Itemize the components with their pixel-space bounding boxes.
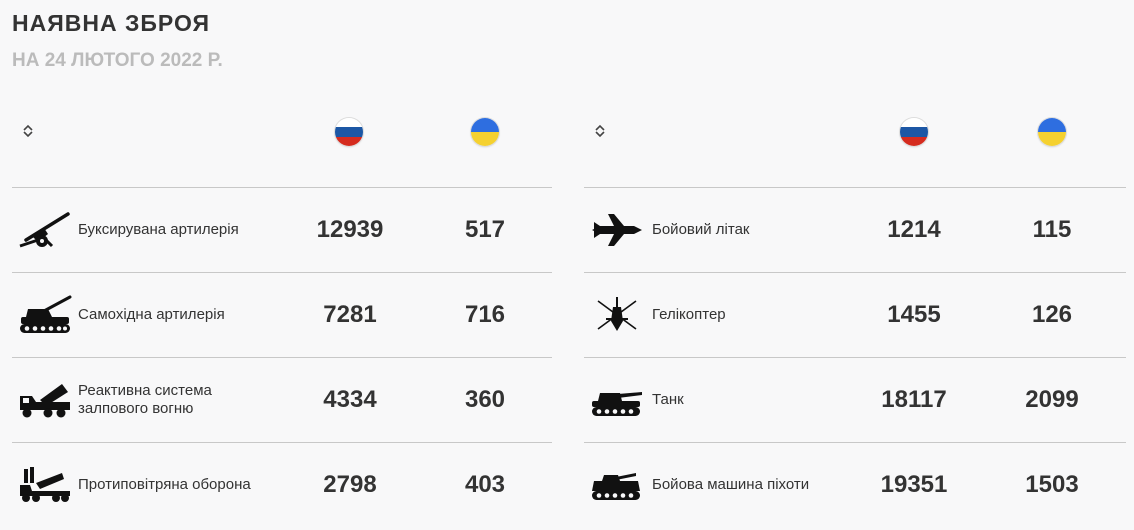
table-row: Танк 18117 2099 — [584, 358, 1126, 443]
fighter-jet-icon — [592, 214, 642, 246]
air-defense-icon — [20, 467, 70, 502]
russia-value: 18117 — [881, 386, 947, 413]
ukraine-value: 2099 — [1025, 386, 1079, 413]
row-label: Самохідна артилерія — [78, 306, 225, 323]
sort-icon[interactable] — [594, 124, 606, 138]
russia-value: 19351 — [880, 471, 948, 498]
helicopter-icon — [597, 297, 637, 331]
russia-value: 1214 — [887, 216, 941, 243]
left-table-header — [12, 100, 552, 188]
row-label: Реактивна система залпового вогню — [78, 382, 212, 417]
row-label: Буксирувана артилерія — [78, 221, 239, 238]
tank-icon — [592, 392, 642, 416]
row-label: Протиповітряна оборона — [78, 476, 251, 493]
russia-value: 12939 — [316, 216, 384, 243]
russia-value: 2798 — [323, 471, 377, 498]
table-row: Протиповітряна оборона 2798 403 — [12, 443, 552, 527]
right-table-header — [584, 100, 1126, 188]
table-row: Реактивна система залпового вогню 4334 3… — [12, 358, 552, 443]
ukraine-value: 115 — [1032, 216, 1072, 243]
ifv-icon — [592, 473, 640, 500]
ukraine-value: 716 — [464, 301, 506, 328]
page-title: НАЯВНА ЗБРОЯ — [12, 10, 211, 36]
ukraine-flag-icon[interactable] — [1038, 118, 1066, 146]
russia-flag-icon[interactable] — [335, 118, 363, 146]
row-label: Бойовий літак — [652, 221, 750, 238]
ukraine-value: 403 — [464, 471, 506, 498]
ukraine-flag-icon[interactable] — [471, 118, 499, 146]
ukraine-value: 517 — [464, 216, 506, 243]
row-label: Бойова машина піхоти — [652, 476, 810, 493]
table-row: Буксирувана артилерія 12939 517 — [12, 188, 552, 273]
towed-artillery-icon — [19, 212, 70, 248]
table-row: Бойова машина піхоти 19351 1503 — [584, 443, 1126, 527]
self-propelled-artillery-icon — [20, 295, 72, 333]
ukraine-value: 126 — [1031, 301, 1073, 328]
ukraine-value: 1503 — [1025, 471, 1079, 498]
table-row: Гелікоптер 1455 126 — [584, 273, 1126, 358]
row-label: Гелікоптер — [652, 306, 726, 323]
ukraine-value: 360 — [464, 386, 506, 413]
sort-icon[interactable] — [22, 124, 34, 138]
row-label: Танк — [652, 391, 684, 408]
russia-value: 7281 — [323, 301, 377, 328]
page-subtitle: НА 24 ЛЮТОГО 2022 Р. — [12, 50, 223, 71]
right-table: Бойовий літак 1214 115 Гелікоптер 1455 1… — [584, 100, 1126, 530]
russia-value: 1455 — [887, 301, 941, 328]
russia-flag-icon[interactable] — [900, 118, 928, 146]
russia-value: 4334 — [323, 386, 377, 413]
rocket-launcher-icon — [20, 384, 70, 418]
table-row: Самохідна артилерія 7281 716 — [12, 273, 552, 358]
table-row: Бойовий літак 1214 115 — [584, 188, 1126, 273]
left-table: Буксирувана артилерія 12939 517 Самохідн… — [12, 100, 552, 530]
